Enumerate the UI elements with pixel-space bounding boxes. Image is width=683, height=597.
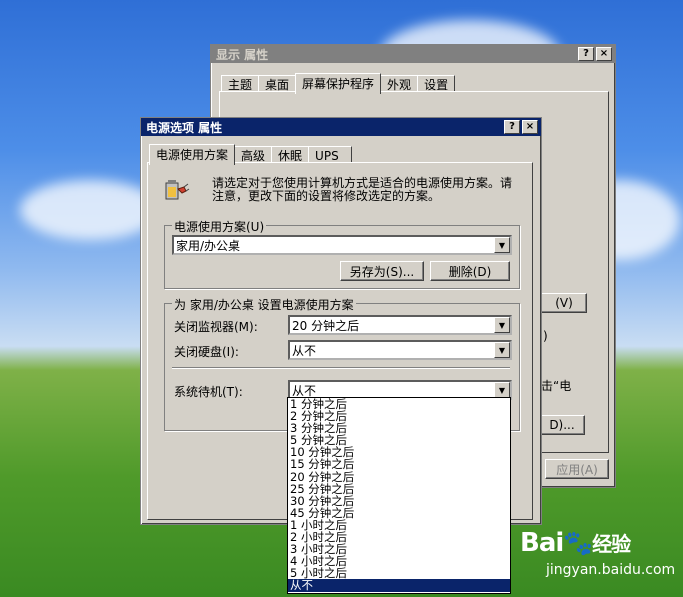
partial-paren: ) bbox=[543, 329, 548, 343]
scheme-description: 请选定对于您使用计算机方式是适合的电源使用方案。请注意，更改下面的设置将修改选定… bbox=[212, 176, 513, 203]
monitor-select-value: 20 分钟之后 bbox=[292, 318, 360, 333]
watermark-url: jingyan.baidu.com bbox=[546, 562, 676, 578]
cloud bbox=[20, 180, 160, 240]
power-title: 电源选项 属性 bbox=[146, 120, 223, 135]
partial-v-button[interactable]: (V) bbox=[541, 293, 587, 313]
hdd-select-value: 从不 bbox=[292, 343, 317, 358]
list-item[interactable]: 20 分钟之后 bbox=[288, 470, 510, 482]
baidu-watermark: Bai🐾经验 bbox=[520, 528, 631, 558]
power-titlebar: 电源选项 属性 ? × bbox=[141, 118, 541, 136]
chevron-down-icon[interactable]: ▼ bbox=[494, 317, 510, 333]
list-item[interactable]: 5 小时之后 bbox=[288, 567, 510, 579]
scheme-select-value: 家用/办公桌 bbox=[176, 238, 241, 253]
help-button[interactable]: ? bbox=[578, 47, 594, 61]
list-item[interactable]: 从不 bbox=[288, 579, 510, 592]
watermark-brand: Bai bbox=[520, 528, 564, 558]
delete-button[interactable]: 删除(D) bbox=[430, 261, 510, 281]
standby-label: 系统待机(T): bbox=[174, 385, 243, 399]
monitor-select[interactable]: 20 分钟之后 ▼ bbox=[288, 315, 512, 335]
chevron-down-icon[interactable]: ▼ bbox=[494, 382, 510, 398]
chevron-down-icon[interactable]: ▼ bbox=[494, 342, 510, 358]
scheme-select[interactable]: 家用/办公桌 ▼ bbox=[172, 235, 512, 255]
power-plug-icon bbox=[165, 180, 190, 200]
help-button[interactable]: ? bbox=[504, 120, 520, 134]
close-button[interactable]: × bbox=[522, 120, 538, 134]
close-button[interactable]: × bbox=[596, 47, 612, 61]
save-as-button[interactable]: 另存为(S)... bbox=[340, 261, 424, 281]
partial-text: 击“电 bbox=[541, 379, 572, 393]
hdd-select[interactable]: 从不 ▼ bbox=[288, 340, 512, 360]
divider bbox=[172, 367, 510, 369]
monitor-label: 关闭监视器(M): bbox=[174, 320, 258, 334]
standby-select-value: 从不 bbox=[292, 383, 317, 398]
chevron-down-icon[interactable]: ▼ bbox=[494, 237, 510, 253]
list-item[interactable]: 15 分钟之后 bbox=[288, 458, 510, 470]
tab-screensaver[interactable]: 屏幕保护程序 bbox=[295, 73, 382, 94]
paw-icon: 🐾 bbox=[563, 529, 593, 557]
scheme-group-label: 电源使用方案(U) bbox=[172, 218, 267, 235]
watermark-brand-suffix: 经验 bbox=[592, 532, 631, 556]
tab-power-scheme[interactable]: 电源使用方案 bbox=[149, 144, 236, 165]
standby-dropdown-list[interactable]: 1 分钟之后 2 分钟之后 3 分钟之后 5 分钟之后 10 分钟之后 15 分钟之后 20… bbox=[287, 397, 511, 594]
display-titlebar: 显示 属性 ? × bbox=[211, 45, 615, 63]
list-item[interactable]: 25 分钟之后 bbox=[288, 483, 510, 495]
partial-dots-button[interactable]: D)... bbox=[539, 415, 585, 435]
display-title: 显示 属性 bbox=[216, 47, 269, 62]
apply-button[interactable]: 应用(A) bbox=[545, 459, 609, 479]
hdd-label: 关闭硬盘(I): bbox=[174, 345, 239, 359]
settings-group-label: 为 家用/办公桌 设置电源使用方案 bbox=[172, 296, 356, 313]
